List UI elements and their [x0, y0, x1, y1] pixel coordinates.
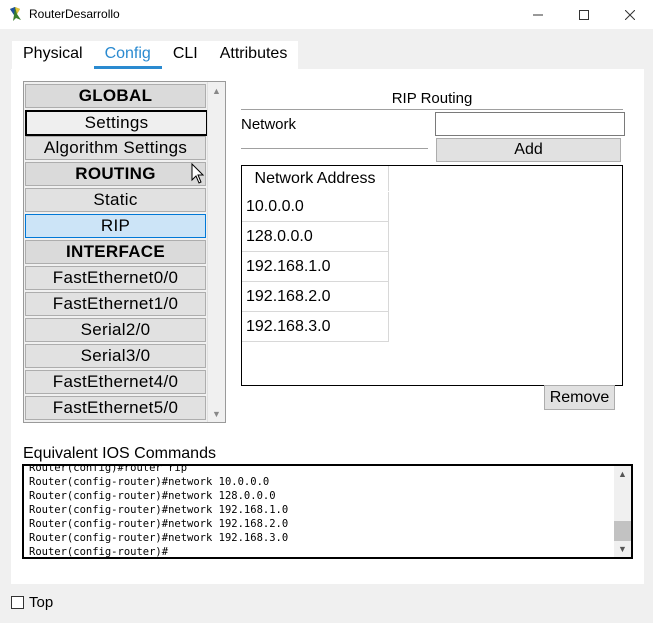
- tab-cli[interactable]: CLI: [161, 41, 209, 69]
- nav-item-fastethernet4-0[interactable]: FastEthernet4/0: [25, 370, 206, 394]
- top-checkbox-label: Top: [29, 594, 54, 611]
- network-address-table: Network Address 10.0.0.0 128.0.0.0 192.168…: [241, 165, 623, 386]
- tab-config[interactable]: Config: [93, 41, 163, 69]
- maximize-icon: [579, 9, 589, 20]
- ios-command-line: Router(config-router)#network 10.0.0.0: [29, 476, 270, 488]
- nav-item-rip[interactable]: RIP: [25, 214, 206, 238]
- nav-item-serial3-0[interactable]: Serial3/0: [25, 344, 206, 368]
- minimize-icon: [533, 14, 543, 15]
- nav-scrollbar[interactable]: ▲ ▼: [207, 82, 225, 422]
- maximize-button[interactable]: [561, 0, 607, 29]
- nav-item-fastethernet0-0[interactable]: FastEthernet0/0: [25, 266, 206, 290]
- top-checkbox[interactable]: [11, 596, 24, 609]
- router-app-icon: [10, 7, 21, 21]
- ios-scrollbar[interactable]: ▲ ▼: [614, 466, 631, 557]
- config-nav-list: GLOBAL Settings Algorithm Settings ROUTING S…: [23, 81, 226, 423]
- ios-command-line: Router(config-router)#network 128.0.0.0: [29, 490, 276, 502]
- ios-commands-label: Equivalent IOS Commands: [23, 445, 216, 462]
- title-bar: RouterDesarrollo: [0, 0, 653, 29]
- nav-item-fastethernet1-0[interactable]: FastEthernet1/0: [25, 292, 206, 316]
- tab-bar: Physical Config CLI Attributes: [12, 41, 299, 69]
- remove-network-button[interactable]: Remove: [544, 385, 615, 410]
- rip-routing-title: RIP Routing: [391, 90, 473, 107]
- network-address-row[interactable]: 128.0.0.0: [242, 222, 389, 252]
- minimize-button[interactable]: [515, 0, 561, 29]
- network-address-header: Network Address: [242, 166, 389, 191]
- network-address-row[interactable]: 192.168.1.0: [242, 252, 389, 282]
- add-network-button[interactable]: Add: [436, 138, 621, 162]
- ios-commands-console[interactable]: Router(config)#router rip Router(config-r…: [22, 464, 633, 559]
- nav-item-fastethernet5-0[interactable]: FastEthernet5/0: [25, 396, 206, 420]
- scroll-up-icon[interactable]: ▲: [208, 82, 225, 99]
- nav-item-settings[interactable]: Settings: [25, 110, 208, 136]
- nav-header-routing: ROUTING: [25, 162, 206, 186]
- ios-command-line: Router(config-router)#network 192.168.3.…: [29, 532, 289, 544]
- nav-header-global: GLOBAL: [25, 84, 206, 108]
- ios-scroll-thumb[interactable]: [614, 521, 631, 541]
- close-icon: [625, 9, 635, 20]
- nav-item-algorithm-settings[interactable]: Algorithm Settings: [25, 136, 206, 160]
- nav-item-static[interactable]: Static: [25, 188, 206, 212]
- tab-physical[interactable]: Physical: [12, 41, 94, 69]
- scroll-down-icon[interactable]: ▼: [208, 405, 225, 422]
- ios-command-line: Router(config-router)#network 192.168.2.…: [29, 518, 289, 530]
- window-title: RouterDesarrollo: [29, 7, 120, 21]
- network-address-row[interactable]: 10.0.0.0: [242, 192, 389, 222]
- rip-title-divider: [241, 109, 623, 110]
- ios-command-lines: Router(config)#router rip Router(config-r…: [29, 464, 614, 558]
- network-label-divider: [241, 148, 428, 149]
- mouse-cursor-icon: [191, 163, 205, 184]
- scroll-up-icon[interactable]: ▲: [614, 466, 631, 482]
- network-address-row[interactable]: 192.168.2.0: [242, 282, 389, 312]
- nav-item-serial2-0[interactable]: Serial2/0: [25, 318, 206, 342]
- ios-command-line: Router(config-router)#network 192.168.1.…: [29, 504, 289, 516]
- close-button[interactable]: [607, 0, 653, 29]
- ios-command-line: Router(config)#router rip: [29, 464, 188, 474]
- network-address-row[interactable]: 192.168.3.0: [242, 312, 389, 342]
- ios-command-line: Router(config-router)#: [29, 546, 169, 558]
- network-label: Network: [241, 116, 297, 133]
- nav-header-interface: INTERFACE: [25, 240, 206, 264]
- network-input[interactable]: [435, 112, 625, 136]
- tab-attributes[interactable]: Attributes: [208, 41, 299, 69]
- scroll-down-icon[interactable]: ▼: [614, 541, 631, 557]
